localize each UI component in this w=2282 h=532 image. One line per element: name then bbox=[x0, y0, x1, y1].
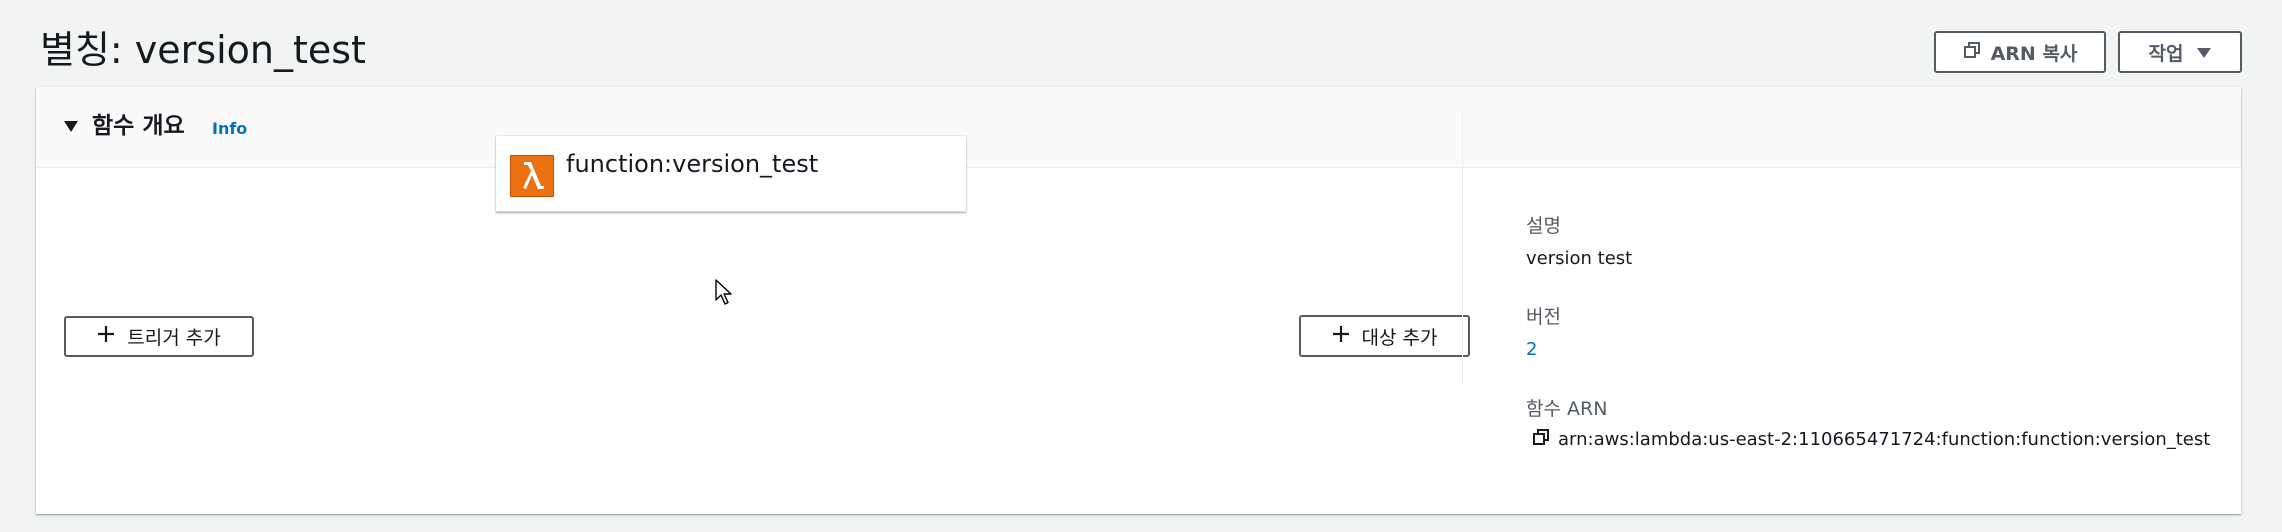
function-name[interactable]: function:version_test bbox=[566, 146, 818, 182]
caret-down-icon bbox=[2197, 41, 2212, 63]
mouse-cursor-icon bbox=[714, 278, 734, 310]
caret-down-icon[interactable] bbox=[64, 121, 78, 132]
copy-arn-label: ARN 복사 bbox=[1990, 42, 2078, 65]
plus-icon bbox=[1332, 325, 1350, 348]
function-card[interactable]: function:version_test bbox=[496, 136, 966, 212]
actions-label: 작업 bbox=[2148, 42, 2184, 65]
function-arn-label: 함수 ARN bbox=[1526, 398, 1608, 420]
actions-dropdown-button[interactable]: 작업 bbox=[2118, 31, 2242, 73]
panel-header[interactable]: 함수 개요 Info bbox=[36, 87, 2241, 168]
page-title: 별칭: version_test bbox=[40, 28, 366, 72]
add-destination-label: 대상 추가 bbox=[1361, 326, 1438, 349]
copy-icon bbox=[1963, 41, 1981, 64]
version-link[interactable]: 2 bbox=[1526, 339, 1537, 360]
lambda-icon bbox=[510, 155, 554, 197]
copy-icon[interactable] bbox=[1532, 428, 1550, 451]
plus-icon bbox=[97, 325, 115, 348]
add-destination-button[interactable]: 대상 추가 bbox=[1299, 315, 1470, 357]
description-value: version test bbox=[1526, 248, 1633, 269]
add-trigger-label: 트리거 추가 bbox=[127, 327, 221, 349]
function-arn-row: arn:aws:lambda:us-east-2:110665471724:fu… bbox=[1532, 428, 2210, 451]
copy-arn-button[interactable]: ARN 복사 bbox=[1934, 31, 2106, 73]
section-divider bbox=[1462, 110, 1463, 385]
add-trigger-button[interactable]: 트리거 추가 bbox=[64, 316, 254, 357]
description-label: 설명 bbox=[1526, 215, 1561, 237]
info-link[interactable]: Info bbox=[212, 119, 247, 139]
function-arn-value: arn:aws:lambda:us-east-2:110665471724:fu… bbox=[1558, 429, 2211, 450]
panel-title: 함수 개요 bbox=[92, 113, 185, 139]
version-label: 버전 bbox=[1526, 306, 1561, 328]
